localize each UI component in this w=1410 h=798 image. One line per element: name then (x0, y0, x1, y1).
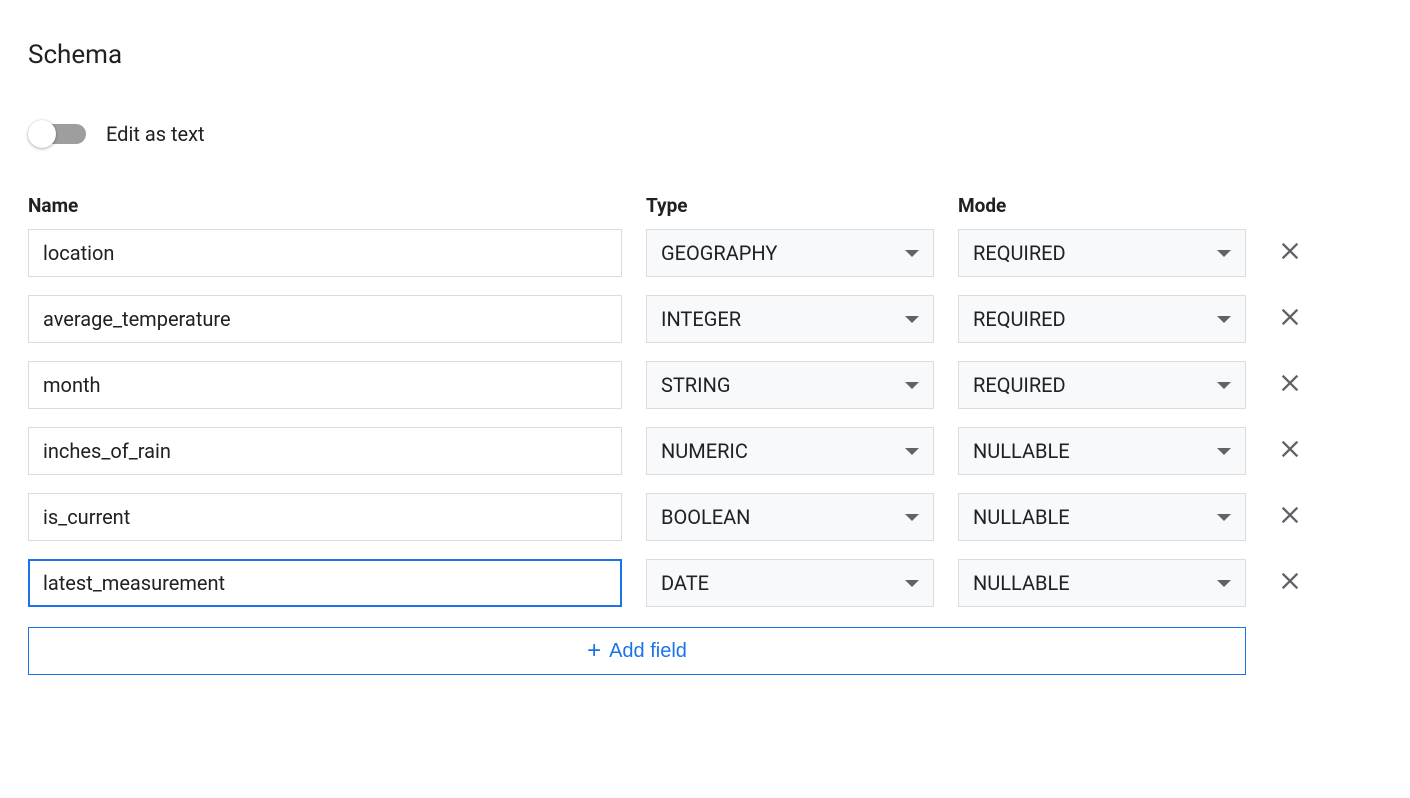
schema-field-row: INTEGER REQUIRED (28, 295, 1328, 343)
field-name-input[interactable] (28, 427, 622, 475)
header-name: Name (28, 194, 622, 217)
field-type-value: NUMERIC (661, 439, 748, 463)
caret-down-icon (1217, 514, 1231, 521)
close-icon (1276, 369, 1304, 401)
add-field-button[interactable]: + Add field (28, 627, 1246, 675)
edit-as-text-label: Edit as text (106, 122, 205, 146)
field-type-value: INTEGER (661, 307, 741, 331)
add-field-label: Add field (609, 640, 687, 663)
field-mode-select[interactable]: NULLABLE (958, 559, 1246, 607)
schema-field-row: DATE NULLABLE (28, 559, 1328, 607)
caret-down-icon (1217, 250, 1231, 257)
remove-field-button[interactable] (1276, 567, 1304, 599)
field-type-value: BOOLEAN (661, 505, 750, 529)
field-type-select[interactable]: INTEGER (646, 295, 934, 343)
caret-down-icon (905, 250, 919, 257)
header-mode: Mode (958, 194, 1246, 217)
remove-field-button[interactable] (1276, 369, 1304, 401)
field-type-value: DATE (661, 571, 709, 595)
schema-field-row: NUMERIC NULLABLE (28, 427, 1328, 475)
remove-field-button[interactable] (1276, 237, 1304, 269)
field-type-select[interactable]: BOOLEAN (646, 493, 934, 541)
remove-field-button[interactable] (1276, 501, 1304, 533)
table-header-row: Name Type Mode (28, 194, 1328, 217)
field-type-select[interactable]: STRING (646, 361, 934, 409)
field-name-input[interactable] (28, 361, 622, 409)
field-mode-value: NULLABLE (973, 571, 1070, 595)
field-name-input[interactable] (28, 229, 622, 277)
schema-field-row: BOOLEAN NULLABLE (28, 493, 1328, 541)
close-icon (1276, 303, 1304, 335)
remove-field-button[interactable] (1276, 303, 1304, 335)
field-mode-select[interactable]: REQUIRED (958, 295, 1246, 343)
field-mode-value: REQUIRED (973, 373, 1066, 397)
field-name-input[interactable] (28, 559, 622, 607)
field-mode-select[interactable]: NULLABLE (958, 493, 1246, 541)
field-name-input[interactable] (28, 493, 622, 541)
field-type-value: STRING (661, 373, 730, 397)
caret-down-icon (905, 514, 919, 521)
edit-as-text-row: Edit as text (28, 118, 1382, 150)
field-type-value: GEOGRAPHY (661, 241, 777, 265)
caret-down-icon (1217, 382, 1231, 389)
schema-field-row: STRING REQUIRED (28, 361, 1328, 409)
toggle-thumb (28, 120, 56, 148)
caret-down-icon (1217, 448, 1231, 455)
caret-down-icon (905, 448, 919, 455)
field-mode-value: NULLABLE (973, 505, 1070, 529)
remove-field-button[interactable] (1276, 435, 1304, 467)
field-type-select[interactable]: DATE (646, 559, 934, 607)
field-name-input[interactable] (28, 295, 622, 343)
close-icon (1276, 435, 1304, 467)
field-mode-value: REQUIRED (973, 307, 1066, 331)
field-type-select[interactable]: GEOGRAPHY (646, 229, 934, 277)
field-type-select[interactable]: NUMERIC (646, 427, 934, 475)
plus-icon: + (587, 639, 601, 663)
close-icon (1276, 501, 1304, 533)
schema-field-row: GEOGRAPHY REQUIRED (28, 229, 1328, 277)
schema-table: Name Type Mode GEOGRAPHY REQUIRED INTEGER R… (28, 194, 1328, 675)
field-mode-select[interactable]: REQUIRED (958, 361, 1246, 409)
edit-as-text-toggle[interactable] (28, 118, 88, 150)
caret-down-icon (1217, 580, 1231, 587)
caret-down-icon (905, 382, 919, 389)
field-mode-value: NULLABLE (973, 439, 1070, 463)
caret-down-icon (905, 316, 919, 323)
close-icon (1276, 567, 1304, 599)
caret-down-icon (905, 580, 919, 587)
field-mode-select[interactable]: REQUIRED (958, 229, 1246, 277)
caret-down-icon (1217, 316, 1231, 323)
section-title: Schema (28, 40, 1382, 70)
field-mode-select[interactable]: NULLABLE (958, 427, 1246, 475)
header-type: Type (646, 194, 934, 217)
field-mode-value: REQUIRED (973, 241, 1066, 265)
close-icon (1276, 237, 1304, 269)
